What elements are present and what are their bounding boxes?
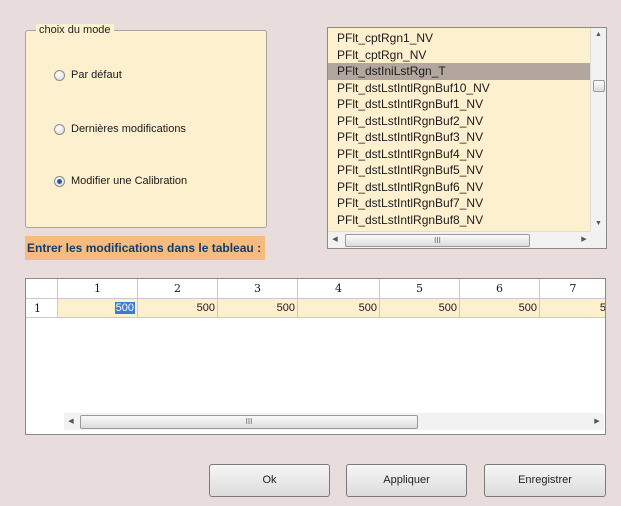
table-corner-cell bbox=[26, 279, 58, 298]
table-cell[interactable]: 500 bbox=[380, 299, 460, 318]
column-header[interactable]: 5 bbox=[380, 279, 460, 298]
instruction-label: Entrer les modifications dans le tableau… bbox=[25, 236, 266, 260]
listbox-vscroll-thumb[interactable] bbox=[593, 80, 605, 92]
selected-cell-value[interactable]: 500 bbox=[114, 302, 135, 314]
radio-last-changes-label[interactable]: Dernières modifications bbox=[71, 123, 186, 135]
table-row: 500 500 500 500 500 500 5 bbox=[26, 299, 605, 318]
list-item[interactable]: PFlt_dstLstIntlRgnBuf5_NV bbox=[328, 162, 591, 179]
list-item[interactable]: PFlt_cptRgn_NV bbox=[328, 47, 591, 64]
mode-groupbox-title: choix du mode bbox=[36, 24, 114, 36]
listbox-items: PFlt_cptRgn1_NV PFlt_cptRgn_NV PFlt_dstI… bbox=[328, 30, 591, 230]
table-cell-partial[interactable]: 5 bbox=[540, 299, 605, 318]
apply-button[interactable]: Appliquer bbox=[346, 464, 467, 497]
table-cell[interactable]: 500 bbox=[298, 299, 380, 318]
table-cell-selected[interactable]: 500 bbox=[58, 299, 138, 318]
calibration-listbox[interactable]: PFlt_cptRgn1_NV PFlt_cptRgn_NV PFlt_dstI… bbox=[327, 27, 607, 249]
list-item[interactable]: PFlt_dstLstIntlRgnBuf7_NV bbox=[328, 195, 591, 212]
list-item[interactable]: PFlt_dstLstIntlRgnBuf6_NV bbox=[328, 179, 591, 196]
table-cell[interactable]: 500 bbox=[460, 299, 540, 318]
radio-modify-calibration-label[interactable]: Modifier une Calibration bbox=[71, 175, 187, 187]
table-column-header: 1 2 3 4 5 6 7 bbox=[26, 279, 605, 299]
list-item[interactable]: PFlt_dstLstIntlRgnBuf10_NV bbox=[328, 80, 591, 97]
modification-table[interactable]: 1 2 3 4 5 6 7 1 500 500 500 500 500 500 … bbox=[25, 278, 606, 435]
save-button[interactable]: Enregistrer bbox=[484, 464, 606, 497]
list-item[interactable]: PFlt_dstLstIntlRgnBuf8_NV bbox=[328, 212, 591, 229]
list-item[interactable]: PFlt_dstLstIntlRgnBuf4_NV bbox=[328, 146, 591, 163]
table-cell[interactable]: 500 bbox=[138, 299, 218, 318]
column-header[interactable]: 7 bbox=[540, 279, 605, 298]
scroll-down-arrow-icon[interactable]: ▼ bbox=[591, 217, 606, 231]
column-header[interactable]: 4 bbox=[298, 279, 380, 298]
radio-modify-calibration[interactable]: Modifier une Calibration bbox=[54, 175, 187, 187]
ok-button[interactable]: Ok bbox=[209, 464, 330, 497]
column-header[interactable]: 1 bbox=[58, 279, 138, 298]
scroll-up-arrow-icon[interactable]: ▲ bbox=[591, 28, 606, 42]
column-header[interactable]: 3 bbox=[218, 279, 298, 298]
scroll-left-arrow-icon[interactable]: ◀ bbox=[328, 232, 342, 248]
table-hscroll-thumb[interactable]: III bbox=[80, 415, 418, 429]
listbox-horizontal-scrollbar[interactable]: ◀ III ▶ bbox=[328, 231, 591, 248]
list-item[interactable]: PFlt_dstLstIntlRgnBuf2_NV bbox=[328, 113, 591, 130]
listbox-hscroll-thumb[interactable]: III bbox=[345, 234, 530, 247]
radio-last-changes-button[interactable] bbox=[54, 123, 65, 135]
table-cell[interactable]: 500 bbox=[218, 299, 298, 318]
radio-default-label[interactable]: Par défaut bbox=[71, 69, 122, 81]
listbox-vertical-scrollbar[interactable]: ▲ ▼ bbox=[590, 28, 606, 231]
list-item[interactable]: PFlt_cptRgn1_NV bbox=[328, 30, 591, 47]
list-item-selected[interactable]: PFlt_dstIniLstRgn_T bbox=[328, 63, 591, 80]
radio-default-button[interactable] bbox=[54, 69, 65, 81]
table-horizontal-scrollbar[interactable]: ◀ III ▶ bbox=[64, 413, 604, 430]
scroll-right-arrow-icon[interactable]: ▶ bbox=[577, 232, 591, 248]
scroll-left-arrow-icon[interactable]: ◀ bbox=[64, 413, 78, 430]
column-header[interactable]: 2 bbox=[138, 279, 218, 298]
list-item[interactable]: PFlt_dstLstIntlRgnBuf3_NV bbox=[328, 129, 591, 146]
radio-default[interactable]: Par défaut bbox=[54, 69, 122, 81]
scrollbar-corner bbox=[590, 231, 606, 248]
mode-groupbox: choix du mode Par défaut Dernières modif… bbox=[25, 24, 267, 228]
list-item[interactable]: PFlt_dstLstIntlRgnBuf1_NV bbox=[328, 96, 591, 113]
radio-last-changes[interactable]: Dernières modifications bbox=[54, 123, 186, 135]
scroll-right-arrow-icon[interactable]: ▶ bbox=[590, 413, 604, 430]
radio-modify-calibration-button[interactable] bbox=[54, 175, 65, 187]
column-header[interactable]: 6 bbox=[460, 279, 540, 298]
